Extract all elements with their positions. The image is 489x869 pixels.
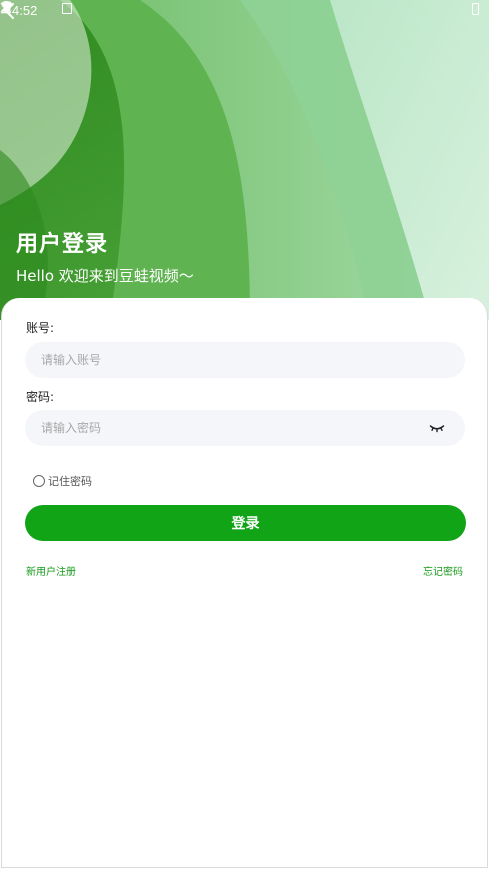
remember-password-label: 记住密码 <box>48 475 92 488</box>
login-form-card: 账号: 密码: 记住密码 登录 新用户注册 忘记密码 <box>1 298 488 868</box>
remember-radio-icon[interactable] <box>33 475 45 487</box>
page-title: 用户登录 <box>16 232 109 257</box>
eye-closed-icon[interactable] <box>429 420 445 436</box>
login-button[interactable]: 登录 <box>25 505 466 541</box>
battery-icon <box>472 3 479 15</box>
remember-password-toggle[interactable]: 记住密码 <box>33 473 92 489</box>
register-link[interactable]: 新用户注册 <box>26 563 76 578</box>
account-label: 账号: <box>26 321 55 335</box>
login-screen: 4:52 用户登录 Hello 欢迎来到豆蛙视频～ 账号: 密码: <box>0 0 489 869</box>
account-input[interactable] <box>41 342 421 378</box>
page-subtitle: Hello 欢迎来到豆蛙视频～ <box>16 267 194 285</box>
account-field[interactable] <box>25 342 465 378</box>
header-banner: 4:52 用户登录 Hello 欢迎来到豆蛙视频～ <box>0 0 489 320</box>
password-label: 密码: <box>26 390 55 404</box>
password-input[interactable] <box>41 410 421 446</box>
status-bar: 4:52 <box>0 0 489 22</box>
forgot-password-link[interactable]: 忘记密码 <box>423 563 463 578</box>
password-field[interactable] <box>25 410 465 446</box>
chevron-left-icon[interactable] <box>0 0 20 22</box>
notification-icon <box>62 3 72 14</box>
